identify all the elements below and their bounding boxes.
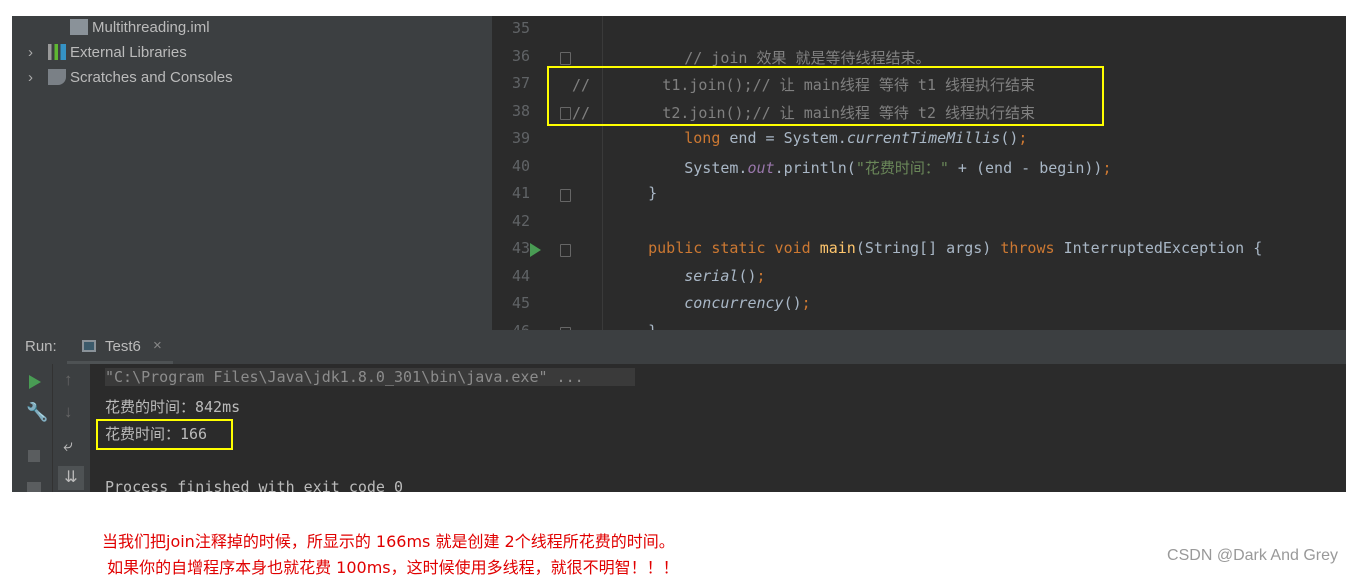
tree-item[interactable]: › External Libraries bbox=[28, 40, 187, 65]
rerun-icon[interactable] bbox=[29, 375, 41, 389]
up-arrow-icon[interactable]: ↑ bbox=[64, 370, 73, 390]
fold-marker-icon[interactable] bbox=[560, 189, 571, 202]
code-token: currentTimeMillis bbox=[846, 129, 1001, 147]
code-token: ; bbox=[756, 266, 766, 285]
code-line: long end = System.currentTimeMillis(); bbox=[612, 129, 1027, 147]
code-line: concurrency(); bbox=[612, 294, 811, 312]
code-token: // join 效果 就是等待线程结束。 bbox=[612, 48, 931, 67]
code-line: } bbox=[612, 184, 657, 202]
code-token: InterruptedException { bbox=[1063, 239, 1263, 257]
tree-item-label: Multithreading.iml bbox=[92, 19, 210, 36]
libraries-icon bbox=[48, 44, 66, 60]
scroll-to-end-icon[interactable]: ⇊ bbox=[58, 466, 84, 490]
code-token: end = System. bbox=[720, 129, 847, 147]
code-editor[interactable]: 35 36 // join 效果 就是等待线程结束。 37// t1.join();… bbox=[492, 16, 1346, 340]
code-token: () bbox=[783, 294, 802, 312]
line-number: 41 bbox=[511, 184, 530, 202]
fold-marker-icon[interactable] bbox=[560, 51, 571, 65]
close-tab-icon[interactable]: × bbox=[153, 337, 162, 354]
scratches-icon bbox=[48, 69, 66, 85]
line-number: 36 bbox=[511, 46, 530, 65]
code-token: long bbox=[684, 129, 721, 147]
code-line: // join 效果 就是等待线程结束。 bbox=[612, 47, 931, 68]
code-token: "花费时间：" bbox=[855, 158, 949, 177]
code-token: public static void bbox=[648, 239, 820, 257]
console-panel: 🔧 ↑ ↓ ⤶ ⇊ "C:\Program Files\Java\jdk1.8.… bbox=[12, 364, 1346, 492]
tree-item[interactable]: Multithreading.iml bbox=[70, 16, 210, 40]
highlight-box bbox=[547, 66, 1104, 126]
console-tab-icon bbox=[82, 340, 96, 352]
code-token: .println( bbox=[774, 158, 856, 177]
tree-item-label: Scratches and Consoles bbox=[70, 69, 233, 86]
watermark: CSDN @Dark And Grey bbox=[1167, 547, 1338, 564]
line-number: 35 bbox=[511, 19, 530, 37]
ide-screenshot: Multithreading.iml › External Libraries › Sc… bbox=[12, 16, 1346, 492]
down-arrow-icon[interactable]: ↓ bbox=[64, 402, 73, 422]
tab-test6[interactable]: Test6 × bbox=[67, 330, 173, 364]
code-token: } bbox=[612, 184, 658, 202]
tree-item[interactable]: › Scratches and Consoles bbox=[28, 65, 233, 90]
code-token: System. bbox=[612, 158, 748, 177]
camera-icon[interactable] bbox=[27, 482, 41, 492]
annotation-line: 当我们把join注释掉的时候，所显示的 166ms 就是创建 2个线程所花费的时… bbox=[102, 532, 675, 551]
tree-item-label: External Libraries bbox=[70, 44, 187, 61]
run-toolbar: Run: Test6 × bbox=[12, 330, 1346, 364]
chevron-right-icon[interactable]: › bbox=[28, 65, 48, 90]
code-token: throws bbox=[1000, 239, 1064, 257]
stop-icon[interactable] bbox=[28, 450, 40, 462]
code-token: ; bbox=[1102, 158, 1112, 177]
run-side-toolbar: 🔧 bbox=[12, 364, 53, 492]
soft-wrap-icon[interactable]: ⤶ bbox=[63, 436, 73, 456]
code-token: + (end - begin)) bbox=[948, 158, 1103, 177]
console-line: 花费的时间：842ms bbox=[105, 397, 241, 416]
code-token: serial bbox=[684, 266, 739, 285]
code-token: ; bbox=[1018, 129, 1028, 147]
line-number: 40 bbox=[511, 156, 530, 175]
code-line: System.out.println("花费时间：" + (end - begi… bbox=[612, 157, 1111, 178]
code-token: concurrency bbox=[684, 294, 784, 312]
tab-label: Test6 bbox=[105, 338, 141, 355]
line-number: 39 bbox=[511, 129, 530, 147]
code-token: ; bbox=[801, 294, 811, 312]
code-token: () bbox=[738, 266, 757, 285]
wrench-icon[interactable]: 🔧 bbox=[26, 402, 48, 423]
run-gutter-icon[interactable] bbox=[530, 243, 541, 257]
annotation-line: 如果你的自增程序本身也就花费 100ms，这时候使用多线程，就很不明智！！！ bbox=[102, 558, 679, 577]
fold-marker-icon[interactable] bbox=[560, 244, 571, 257]
run-label: Run: bbox=[25, 338, 57, 355]
console-line: "C:\Program Files\Java\jdk1.8.0_301\bin\… bbox=[105, 368, 635, 386]
code-token: main bbox=[819, 239, 856, 257]
line-number: 38 bbox=[511, 101, 530, 120]
code-token: () bbox=[1000, 129, 1019, 147]
line-number: 45 bbox=[511, 294, 530, 312]
highlight-box bbox=[96, 419, 233, 450]
iml-file-icon bbox=[70, 19, 88, 35]
line-number: 44 bbox=[511, 266, 530, 285]
code-token: (String[] args) bbox=[855, 239, 1001, 257]
chevron-right-icon[interactable]: › bbox=[28, 40, 48, 65]
console-side-toolbar: ↑ ↓ ⤶ ⇊ bbox=[53, 364, 90, 492]
code-token: out bbox=[747, 158, 775, 177]
project-panel: Multithreading.iml › External Libraries › Sc… bbox=[12, 16, 492, 330]
line-number: 43 bbox=[511, 239, 530, 257]
code-line: serial(); bbox=[612, 266, 766, 285]
line-number: 37 bbox=[511, 74, 530, 92]
line-number: 42 bbox=[511, 211, 530, 230]
console-line: Process finished with exit code 0 bbox=[105, 478, 404, 492]
code-line: public static void main(String[] args) t… bbox=[612, 239, 1262, 257]
